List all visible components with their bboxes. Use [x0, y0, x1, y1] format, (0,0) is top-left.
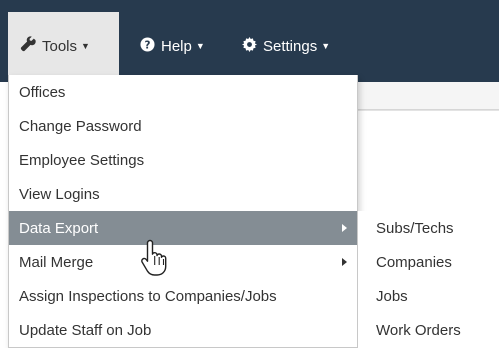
top-navbar: Tools ▼ ? Help ▼ Settings ▼: [0, 0, 499, 82]
submenu-item-label: Companies: [376, 253, 452, 271]
menu-item-mail-merge[interactable]: Mail Merge: [9, 245, 357, 279]
menu-item-view-logins[interactable]: View Logins: [9, 177, 357, 211]
menu-item-change-password[interactable]: Change Password: [9, 109, 357, 143]
data-export-submenu: Subs/Techs Companies Jobs Work Orders: [358, 211, 499, 348]
nav-settings-label: Settings: [263, 37, 318, 55]
nav-tools-menu[interactable]: Tools ▼: [8, 12, 119, 80]
caret-right-icon: [342, 224, 347, 232]
chevron-down-icon: ▼: [321, 41, 331, 51]
menu-item-offices[interactable]: Offices: [9, 75, 357, 109]
question-circle-icon: ?: [140, 36, 155, 56]
menu-item-employee-settings[interactable]: Employee Settings: [9, 143, 357, 177]
caret-right-icon: [342, 258, 347, 266]
menu-item-label: View Logins: [19, 185, 100, 203]
svg-text:?: ?: [145, 39, 151, 51]
nav-help-menu[interactable]: ? Help ▼: [130, 12, 222, 80]
nav-settings-menu[interactable]: Settings ▼: [233, 12, 358, 80]
submenu-item-jobs[interactable]: Jobs: [358, 279, 499, 313]
menu-item-label: Data Export: [19, 219, 99, 237]
submenu-item-companies[interactable]: Companies: [358, 245, 499, 279]
page-divider: [358, 110, 499, 111]
submenu-item-work-orders[interactable]: Work Orders: [358, 313, 499, 347]
menu-item-label: Offices: [19, 83, 66, 101]
menu-item-label: Update Staff on Job: [19, 321, 152, 339]
submenu-item-label: Jobs: [376, 287, 408, 305]
submenu-item-label: Work Orders: [376, 321, 461, 339]
menu-item-label: Assign Inspections to Companies/Jobs: [19, 287, 277, 305]
nav-tools-label: Tools: [42, 37, 78, 55]
submenu-item-label: Subs/Techs: [376, 219, 454, 237]
menu-item-data-export[interactable]: Data Export: [9, 211, 357, 245]
menu-item-update-staff[interactable]: Update Staff on Job: [9, 313, 357, 347]
tools-dropdown-menu: Offices Change Password Employee Setting…: [8, 75, 358, 348]
page-background-strip: [358, 82, 499, 110]
menu-item-label: Employee Settings: [19, 151, 145, 169]
menu-item-label: Mail Merge: [19, 253, 94, 271]
chevron-down-icon: ▼: [81, 41, 90, 51]
menu-item-label: Change Password: [19, 117, 142, 135]
gear-icon: [242, 36, 257, 56]
nav-help-label: Help: [161, 37, 192, 55]
menu-item-assign-inspections[interactable]: Assign Inspections to Companies/Jobs: [9, 279, 357, 313]
chevron-down-icon: ▼: [195, 41, 205, 51]
wrench-icon: [20, 36, 36, 56]
submenu-item-subs-techs[interactable]: Subs/Techs: [358, 211, 499, 245]
